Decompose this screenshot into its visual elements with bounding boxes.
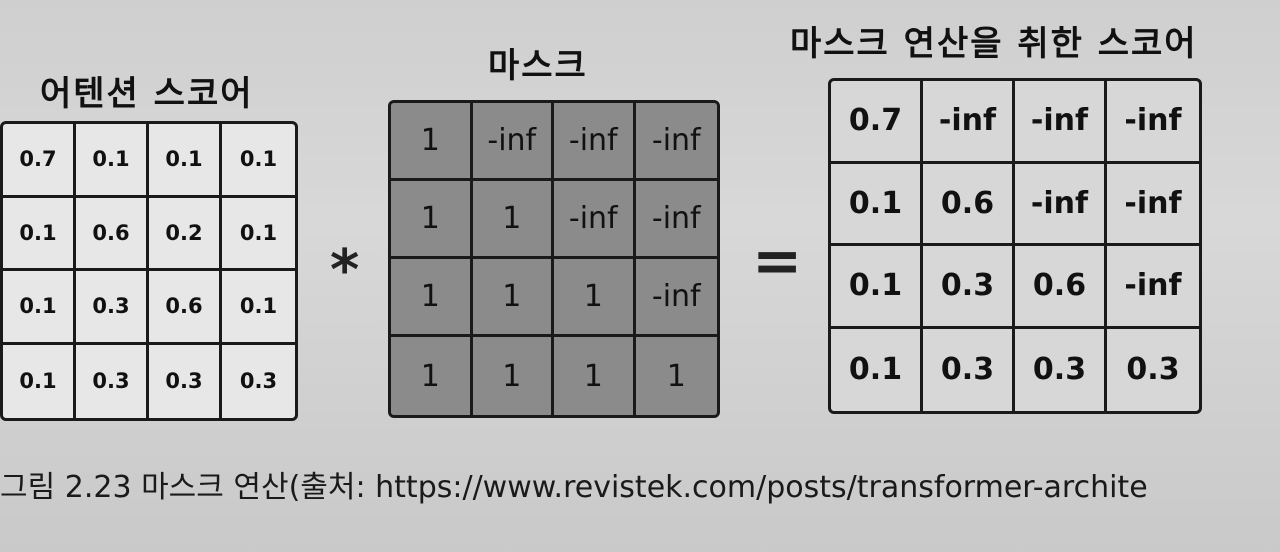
- attention-cell: 0.1: [222, 124, 295, 198]
- result-cell: 0.6: [923, 163, 1015, 246]
- attention-cell: 0.1: [3, 271, 76, 345]
- figure-caption: 그림 2.23 마스크 연산(출처: https://www.revistek.…: [0, 470, 1148, 505]
- result-cell: 0.3: [1126, 352, 1180, 388]
- result-cell: -inf: [1015, 163, 1107, 246]
- mask-cell: 1: [472, 259, 554, 337]
- mask-cell: 1: [635, 337, 717, 415]
- mask-cell: 1: [391, 259, 473, 337]
- mask-label: 마스크: [488, 46, 588, 86]
- mask-cell: -inf: [635, 103, 717, 181]
- attention-cell: 0.3: [239, 369, 278, 394]
- attention-cell: 0.1: [76, 124, 149, 198]
- mask-cell: 1: [472, 337, 554, 415]
- mask-cell: -inf: [554, 181, 636, 259]
- attention-cell: 0.1: [222, 198, 295, 271]
- result-cell: -inf: [1107, 81, 1199, 164]
- mask-cell: 1: [391, 337, 473, 415]
- result-cell: 0.3: [1015, 328, 1107, 411]
- attention-cell: 0.1: [3, 344, 76, 418]
- mask-cell: -inf: [635, 259, 717, 337]
- result-cell: -inf: [923, 81, 1015, 164]
- attention-cell: 0.1: [3, 197, 76, 271]
- attention-cell: 0.2: [149, 197, 222, 271]
- mask-cell: -inf: [635, 181, 717, 259]
- mask-cell: -inf: [554, 103, 636, 181]
- attention-cell: 0.3: [76, 344, 149, 418]
- result-cell: -inf: [1107, 246, 1199, 329]
- attention-cell: 0.3: [76, 271, 149, 345]
- attention-cell: 0.6: [149, 271, 222, 345]
- mask-cell: 1: [472, 181, 554, 259]
- attention-cell: 0.6: [76, 197, 149, 271]
- mask-matrix: 1 -inf -inf -inf 1 1 -inf -inf 1 1 1 -inf 1 1 1 1: [388, 100, 720, 418]
- result-cell: 0.6: [1015, 246, 1107, 329]
- equals-operator: =: [752, 226, 803, 296]
- masked-score-label: 마스크 연산을 취한 스코어: [790, 24, 1198, 64]
- mask-cell: 1: [391, 181, 473, 259]
- multiply-operator: *: [330, 238, 360, 303]
- mask-cell: 1: [391, 103, 473, 181]
- attention-score-matrix: 0.7 0.1 0.1 0.1 0.1 0.6 0.2 0.1 0.1 0.3 0.6 0.1 0.1 0…: [0, 121, 298, 421]
- attention-cell: 0.3: [149, 344, 222, 418]
- attention-cell: 0.1: [149, 124, 222, 198]
- result-cell: 0.3: [923, 328, 1015, 411]
- attention-cell: 0.7: [3, 124, 76, 198]
- result-cell: 0.1: [831, 246, 923, 329]
- attention-cell: 0.1: [222, 271, 295, 345]
- mask-cell: 1: [554, 337, 636, 415]
- mask-cell: -inf: [472, 103, 554, 181]
- result-cell: 0.7: [831, 81, 923, 164]
- mask-cell: 1: [554, 259, 636, 337]
- result-cell: 0.3: [923, 246, 1015, 329]
- result-cell: 0.1: [831, 328, 923, 411]
- result-cell: -inf: [1015, 81, 1107, 164]
- result-cell: 0.1: [831, 163, 923, 246]
- result-cell: -inf: [1107, 164, 1199, 246]
- masked-score-matrix: 0.7 -inf -inf -inf 0.1 0.6 -inf -inf 0.1 0.3 0.6 -i…: [828, 78, 1202, 414]
- attention-score-label: 어텐션 스코어: [40, 74, 254, 114]
